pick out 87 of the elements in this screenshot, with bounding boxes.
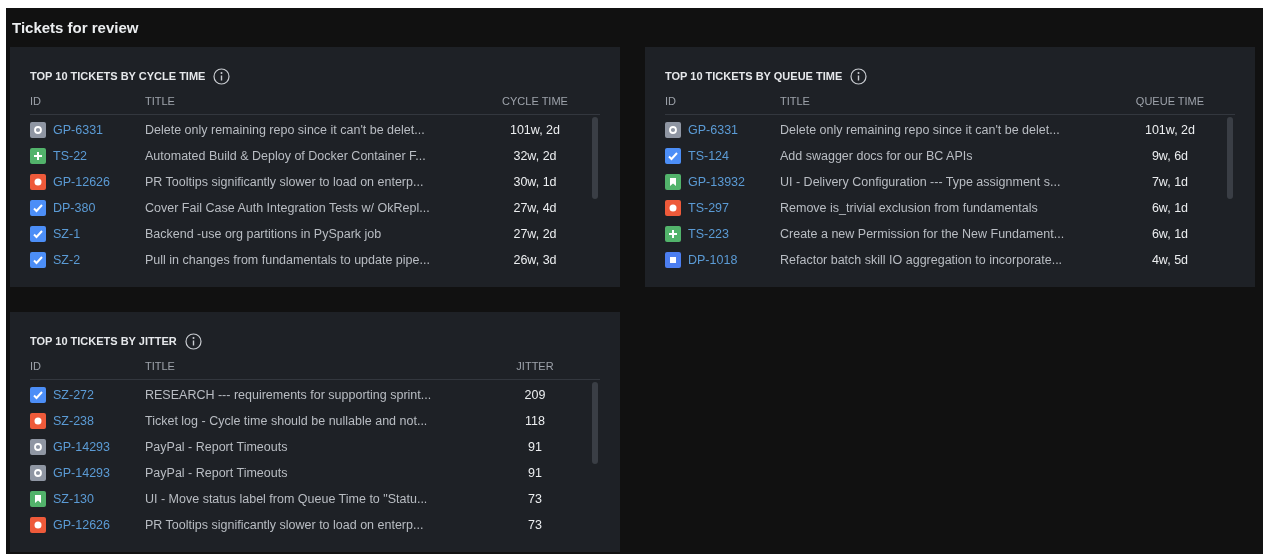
ticket-value: 101w, 2d bbox=[508, 121, 561, 139]
checkbox-icon bbox=[30, 226, 46, 242]
ticket-id-link[interactable]: SZ-1 bbox=[53, 224, 81, 244]
ticket-id-link[interactable]: TS-124 bbox=[688, 146, 729, 166]
ticket-title: Automated Build & Deploy of Docker Container F... bbox=[145, 147, 427, 165]
column-header: QUEUE TIME bbox=[1134, 94, 1206, 110]
ring-icon bbox=[30, 122, 46, 138]
ring-icon bbox=[30, 465, 46, 481]
column-header: ID bbox=[30, 94, 42, 110]
ticket-title: PR Tooltips significantly slower to load on enterp... bbox=[145, 173, 425, 191]
ticket-id-link[interactable]: TS-223 bbox=[688, 224, 729, 244]
square-icon bbox=[665, 252, 681, 268]
ticket-value: 118 bbox=[524, 412, 546, 430]
ticket-id-link[interactable]: SZ-238 bbox=[53, 411, 94, 431]
ticket-id-link[interactable]: TS-22 bbox=[53, 146, 88, 166]
ticket-value: 73 bbox=[527, 490, 543, 508]
ticket-id-link[interactable]: SZ-130 bbox=[53, 489, 94, 509]
checkbox-icon bbox=[30, 387, 46, 403]
ticket-title: PayPal - Report Timeouts bbox=[145, 464, 289, 482]
column-header: ID bbox=[30, 359, 42, 375]
ticket-title: Add swagger docs for our BC APIs bbox=[780, 147, 974, 165]
ticket-value: 101w, 2d bbox=[1143, 121, 1196, 139]
ticket-id-link[interactable]: GP-12626 bbox=[53, 515, 110, 535]
ticket-value: 4w, 5d bbox=[1150, 251, 1190, 269]
page-title: Tickets for review bbox=[12, 19, 139, 36]
panel-title: TOP 10 TICKETS BY QUEUE TIME bbox=[665, 68, 843, 84]
bookmark-icon bbox=[665, 174, 681, 190]
ticket-value: 30w, 1d bbox=[512, 173, 558, 191]
column-header: ID bbox=[665, 94, 677, 110]
ticket-value: 73 bbox=[527, 516, 543, 534]
ticket-id-link[interactable]: GP-6331 bbox=[688, 120, 739, 140]
panel-title: TOP 10 TICKETS BY JITTER bbox=[30, 333, 177, 349]
ticket-id-link[interactable]: GP-14293 bbox=[53, 437, 110, 457]
ticket-value: 27w, 4d bbox=[512, 199, 558, 217]
ticket-value: 7w, 1d bbox=[1150, 173, 1190, 191]
ticket-id-link[interactable]: DP-380 bbox=[53, 198, 96, 218]
ticket-title: Ticket log - Cycle time should be nullable and not... bbox=[145, 412, 429, 430]
ticket-title: Refactor batch skill IO aggregation to incorporate... bbox=[780, 251, 1064, 269]
ticket-value: 26w, 3d bbox=[512, 251, 558, 269]
ticket-id-link[interactable]: GP-6331 bbox=[53, 120, 104, 140]
ticket-title: Backend -use org partitions in PySpark job bbox=[145, 225, 383, 243]
ticket-title: UI - Move status label from Queue Time to "Statu... bbox=[145, 490, 429, 508]
scrollbar-thumb[interactable] bbox=[592, 382, 598, 464]
ring-icon bbox=[30, 439, 46, 455]
bookmark-icon bbox=[30, 491, 46, 507]
column-header: TITLE bbox=[780, 94, 811, 110]
ticket-id-link[interactable]: SZ-272 bbox=[53, 385, 94, 405]
plus-icon bbox=[665, 226, 681, 242]
ticket-id-link[interactable]: TS-297 bbox=[688, 198, 729, 218]
ticket-id-link[interactable]: GP-14293 bbox=[53, 463, 110, 483]
column-header: TITLE bbox=[145, 94, 176, 110]
scrollbar-thumb[interactable] bbox=[1227, 117, 1233, 199]
ring-icon bbox=[665, 122, 681, 138]
column-header: TITLE bbox=[145, 359, 176, 375]
ticket-title: Pull in changes from fundamentals to update pipe... bbox=[145, 251, 431, 269]
info-icon[interactable] bbox=[213, 67, 231, 85]
ticket-value: 209 bbox=[523, 386, 547, 404]
column-header: CYCLE TIME bbox=[501, 94, 569, 110]
ticket-value: 27w, 2d bbox=[512, 225, 558, 243]
checkbox-icon bbox=[30, 200, 46, 216]
ticket-id-link[interactable]: GP-13932 bbox=[688, 172, 745, 192]
ticket-title: Create a new Permission for the New Fundament... bbox=[780, 225, 1066, 243]
ticket-value: 6w, 1d bbox=[1150, 199, 1190, 217]
ticket-value: 6w, 1d bbox=[1150, 225, 1190, 243]
ticket-value: 91 bbox=[527, 464, 543, 482]
ticket-id-link[interactable]: SZ-2 bbox=[53, 250, 81, 270]
ticket-title: Delete only remaining repo since it can't be delet... bbox=[145, 121, 426, 139]
checkbox-icon bbox=[30, 252, 46, 268]
ticket-title: PayPal - Report Timeouts bbox=[145, 438, 289, 456]
info-icon[interactable] bbox=[184, 332, 202, 350]
scrollbar-thumb[interactable] bbox=[592, 117, 598, 199]
ticket-title: PR Tooltips significantly slower to load on enterp... bbox=[145, 516, 425, 534]
panel-title: TOP 10 TICKETS BY CYCLE TIME bbox=[30, 68, 206, 84]
ticket-value: 9w, 6d bbox=[1150, 147, 1190, 165]
ticket-title: RESEARCH --- requirements for supporting sprint... bbox=[145, 386, 433, 404]
plus-icon bbox=[30, 148, 46, 164]
ticket-title: Remove is_trivial exclusion from fundamentals bbox=[780, 199, 1039, 217]
ticket-title: Delete only remaining repo since it can't be delet... bbox=[780, 121, 1061, 139]
ticket-title: UI - Delivery Configuration --- Type assignment s... bbox=[780, 173, 1062, 191]
ticket-title: Cover Fail Case Auth Integration Tests w/ OkRepl... bbox=[145, 199, 431, 217]
info-icon[interactable] bbox=[850, 67, 868, 85]
ticket-value: 91 bbox=[527, 438, 543, 456]
ticket-id-link[interactable]: GP-12626 bbox=[53, 172, 110, 192]
checkbox-icon bbox=[665, 148, 681, 164]
ticket-value: 32w, 2d bbox=[512, 147, 558, 165]
column-header: JITTER bbox=[515, 359, 555, 375]
ticket-id-link[interactable]: DP-1018 bbox=[688, 250, 738, 270]
